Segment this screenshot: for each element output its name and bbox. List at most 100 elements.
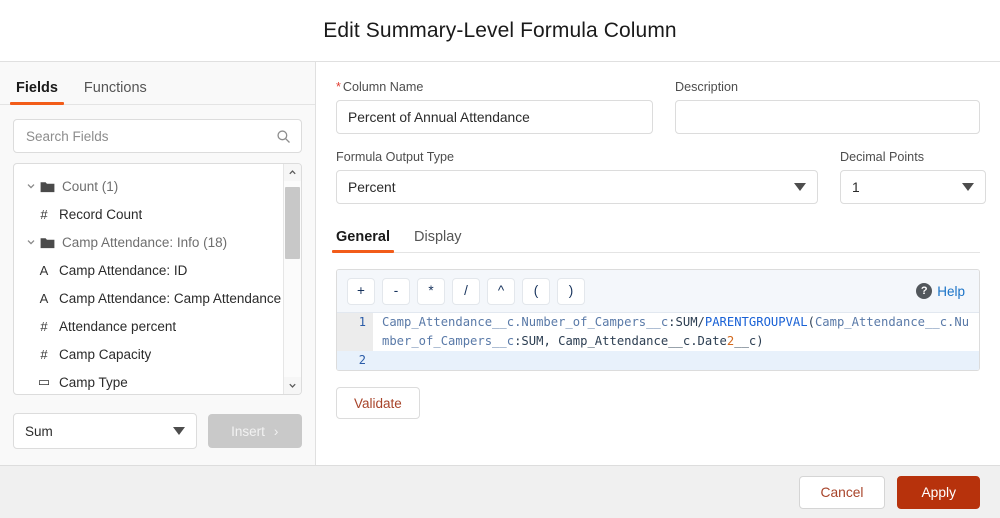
column-name-field: * Column Name xyxy=(336,80,653,134)
scrollbar-track[interactable] xyxy=(284,181,301,377)
code-line[interactable]: 1 Camp_Attendance__c.Number_of_Campers__… xyxy=(337,313,979,351)
decimal-points-value: 1 xyxy=(852,179,860,195)
formula-output-type-label: Formula Output Type xyxy=(336,150,455,164)
tab-fields[interactable]: Fields xyxy=(10,80,64,105)
line-number: 1 xyxy=(337,313,373,351)
scroll-up-button[interactable] xyxy=(284,164,301,181)
tree-group-count[interactable]: Count (1) xyxy=(14,172,283,200)
column-name-label: * Column Name xyxy=(336,80,653,94)
tree-item-label: Record Count xyxy=(59,206,143,222)
operator-close-paren-button[interactable]: ) xyxy=(557,277,585,305)
tree-item-label: Camp Attendance: Camp Attendance I xyxy=(59,290,283,306)
decimal-points-select[interactable]: 1 xyxy=(840,170,986,204)
operator-minus-button[interactable]: - xyxy=(382,277,410,305)
caret-down-icon xyxy=(962,183,974,191)
line-number: 2 xyxy=(337,351,373,370)
dialog-body: Fields Functions Search Fields Count (1)… xyxy=(0,62,1000,465)
tree-item-label: Camp Attendance: ID xyxy=(59,262,188,278)
column-name-input[interactable] xyxy=(336,100,653,134)
tree-item-camp-attendance-name[interactable]: A Camp Attendance: Camp Attendance I xyxy=(14,284,283,312)
tab-general[interactable]: General xyxy=(332,229,394,253)
insert-button[interactable]: Insert › xyxy=(207,414,302,448)
code-line[interactable]: 2 xyxy=(337,351,979,370)
search-box[interactable] xyxy=(13,119,302,153)
chevron-down-icon[interactable] xyxy=(24,181,38,191)
search-input[interactable] xyxy=(24,127,276,145)
search-icon xyxy=(276,129,291,144)
dialog-header: Edit Summary-Level Formula Column xyxy=(0,0,1000,62)
tree-group-camp-attendance-info[interactable]: Camp Attendance: Info (18) xyxy=(14,228,283,256)
tree-group-label: Count (1) xyxy=(62,178,119,194)
operator-divide-button[interactable]: / xyxy=(452,277,480,305)
required-marker: * xyxy=(336,80,341,94)
description-input[interactable] xyxy=(675,100,980,134)
name-description-row: *Column Name Description xyxy=(336,80,980,134)
formula-editor: + - * / ^ ( ) ? Help 1 Camp_Attendance__ xyxy=(336,269,980,371)
chevron-right-icon: › xyxy=(273,423,279,439)
aggregate-select-value: Sum xyxy=(25,423,53,439)
tree-item-label: Attendance percent xyxy=(59,318,177,334)
fields-panel-actions: Sum Insert › xyxy=(0,399,315,465)
apply-button[interactable]: Apply xyxy=(897,475,980,509)
dialog-footer: Cancel Apply xyxy=(0,465,1000,518)
help-link[interactable]: ? Help xyxy=(916,283,969,299)
operator-toolbar: + - * / ^ ( ) ? Help xyxy=(337,270,979,313)
tree-item-record-count[interactable]: # Record Count xyxy=(14,200,283,228)
text-type-icon: A xyxy=(39,262,49,278)
formula-section-tabs: General Display xyxy=(332,222,980,253)
search-field-wrapper xyxy=(0,105,315,163)
decimal-points-label: Decimal Points xyxy=(840,150,924,164)
insert-button-label: Insert xyxy=(231,423,265,439)
scrollbar-thumb[interactable] xyxy=(285,187,300,259)
caret-down-icon xyxy=(172,427,185,435)
validate-button[interactable]: Validate xyxy=(336,387,420,419)
cancel-button[interactable]: Cancel xyxy=(798,475,886,509)
operator-power-button[interactable]: ^ xyxy=(487,277,515,305)
operator-open-paren-button[interactable]: ( xyxy=(522,277,550,305)
tree-item-attendance-percent[interactable]: # Attendance percent xyxy=(14,312,283,340)
number-type-icon: # xyxy=(40,346,48,362)
number-type-icon: # xyxy=(40,318,48,334)
formula-code-area[interactable]: 1 Camp_Attendance__c.Number_of_Campers__… xyxy=(337,313,979,370)
column-name-label-text: Column Name xyxy=(342,80,424,94)
tree-item-label: Camp Capacity xyxy=(59,346,152,362)
picklist-type-icon: ▭ xyxy=(37,374,51,389)
tab-display[interactable]: Display xyxy=(414,229,462,253)
description-label: Description xyxy=(675,80,738,94)
folder-icon xyxy=(38,180,56,193)
caret-down-icon xyxy=(794,183,806,191)
aggregate-select[interactable]: Sum xyxy=(13,413,197,449)
tree-item-camp-type[interactable]: ▭ Camp Type xyxy=(14,368,283,394)
decimal-points-field: Decimal Points 1 xyxy=(840,150,986,204)
validate-row: Validate xyxy=(336,387,980,419)
tree-item-label: Camp Type xyxy=(59,374,128,390)
formula-details-panel: *Column Name Description Formula Output … xyxy=(316,62,1000,465)
page-title: Edit Summary-Level Formula Column xyxy=(323,18,677,42)
formula-output-type-select[interactable]: Percent xyxy=(336,170,818,204)
panel-tabs: Fields Functions xyxy=(0,62,315,105)
fields-panel: Fields Functions Search Fields Count (1)… xyxy=(0,62,316,465)
text-type-icon: A xyxy=(39,290,49,306)
formula-output-type-value: Percent xyxy=(348,179,396,195)
operator-plus-button[interactable]: + xyxy=(347,277,375,305)
scroll-down-button[interactable] xyxy=(284,377,301,394)
tab-functions[interactable]: Functions xyxy=(82,80,149,105)
operator-multiply-button[interactable]: * xyxy=(417,277,445,305)
edit-formula-column-dialog: Edit Summary-Level Formula Column Fields… xyxy=(0,0,1000,518)
code-line-text[interactable] xyxy=(373,351,979,370)
formula-output-type-field: Formula Output Type Percent xyxy=(336,150,818,204)
question-mark-icon: ? xyxy=(916,283,933,299)
folder-icon xyxy=(38,236,56,249)
tree-item-camp-capacity[interactable]: # Camp Capacity xyxy=(14,340,283,368)
output-type-row: Formula Output Type Percent Decimal Poin… xyxy=(336,150,986,204)
help-link-label: Help xyxy=(937,283,965,299)
fields-tree-scrollbar[interactable] xyxy=(283,164,301,394)
code-line-text[interactable]: Camp_Attendance__c.Number_of_Campers__c:… xyxy=(373,313,979,351)
chevron-down-icon[interactable] xyxy=(24,237,38,247)
tree-group-label: Camp Attendance: Info (18) xyxy=(62,234,228,250)
tree-item-camp-attendance-id[interactable]: A Camp Attendance: ID xyxy=(14,256,283,284)
fields-tree: Count (1) # Record Count Camp Attendance… xyxy=(13,163,302,395)
number-type-icon: # xyxy=(40,206,48,222)
fields-tree-list: Count (1) # Record Count Camp Attendance… xyxy=(14,164,283,394)
description-field: Description xyxy=(675,80,980,134)
